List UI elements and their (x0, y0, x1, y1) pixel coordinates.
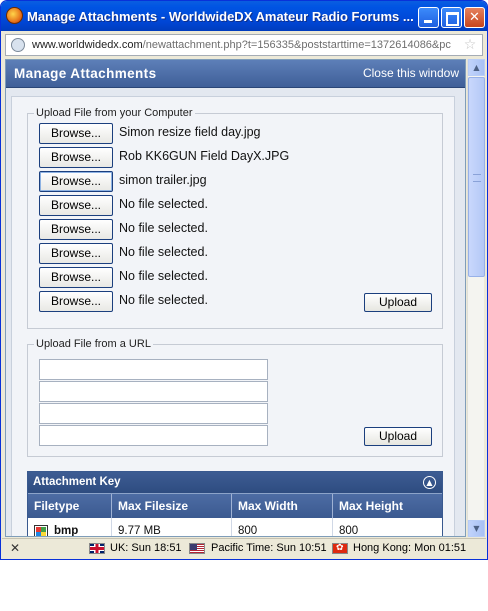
browse-button[interactable]: Browse... (39, 123, 113, 144)
url-text[interactable]: www.worldwidedx.com/newattachment.php?t=… (32, 39, 456, 51)
close-statusbar-icon[interactable]: ✕ (10, 541, 20, 555)
file-row: Browse... Rob KK6GUN Field DayX.JPG (39, 147, 299, 168)
upload-url-legend: Upload File from a URL (36, 338, 151, 350)
pacific-time: Pacific Time: Sun 10:51 (211, 542, 327, 554)
browse-button[interactable]: Browse... (39, 147, 113, 168)
dialog-header: Manage Attachments Close this window (6, 60, 465, 88)
scrollbar-thumb[interactable] (468, 77, 485, 277)
close-window-button[interactable]: ✕ (464, 7, 485, 28)
browse-button[interactable]: Browse... (39, 267, 113, 288)
file-name: Rob KK6GUN Field DayX.JPG (119, 149, 290, 163)
browse-button[interactable]: Browse... (39, 195, 113, 216)
table-row: bmp 9.77 MB 800 800 (28, 518, 442, 537)
column-header-max-filesize: Max Filesize (112, 494, 232, 519)
upload-computer-legend: Upload File from your Computer (36, 107, 193, 119)
uk-time: UK: Sun 18:51 (110, 542, 182, 554)
browse-button[interactable]: Browse... (39, 219, 113, 240)
page-content: Manage Attachments Close this window Upl… (5, 59, 466, 537)
file-row: Browse... No file selected. (39, 291, 299, 312)
browse-button[interactable]: Browse... (39, 171, 113, 192)
us-flag-icon (189, 543, 205, 554)
browse-button[interactable]: Browse... (39, 291, 113, 312)
file-row: Browse... Simon resize field day.jpg (39, 123, 299, 144)
file-row: Browse... No file selected. (39, 195, 299, 216)
grip-icon (473, 174, 481, 182)
bookmark-icon[interactable]: ☆ (462, 37, 478, 53)
maximize-button[interactable] (441, 7, 462, 28)
scroll-down-icon[interactable]: ▼ (468, 520, 485, 537)
collapse-icon[interactable]: ▲ (423, 476, 436, 489)
close-icon: ✕ (469, 10, 480, 25)
file-row: Browse... No file selected. (39, 219, 299, 240)
attachment-key-title: Attachment Key (33, 476, 121, 488)
window-title: Manage Attachments - WorldwideDX Amateur… (27, 9, 413, 24)
title-bar[interactable]: Manage Attachments - WorldwideDX Amateur… (1, 1, 487, 31)
browse-button[interactable]: Browse... (39, 243, 113, 264)
cell-filetype: bmp (28, 518, 112, 536)
file-row: Browse... No file selected. (39, 267, 299, 288)
table-header-row: Filetype Max Filesize Max Width Max Heig… (28, 493, 442, 519)
upload-url-button[interactable]: Upload (364, 427, 432, 446)
maximize-icon (442, 8, 461, 27)
hong-kong-time: Hong Kong: Mon 01:51 (353, 542, 467, 554)
file-name: No file selected. (119, 245, 208, 259)
minimize-icon (419, 8, 438, 27)
url-path: /newattachment.php?t=156335&poststarttim… (142, 39, 451, 51)
address-bar[interactable]: www.worldwidedx.com/newattachment.php?t=… (5, 34, 483, 56)
browser-window: Manage Attachments - WorldwideDX Amateur… (0, 0, 488, 560)
vertical-scrollbar[interactable]: ▲ ▼ (467, 59, 485, 537)
attachments-panel: Upload File from your Computer Browse...… (11, 96, 455, 537)
cell-max-filesize: 9.77 MB (112, 518, 232, 536)
column-header-max-height: Max Height (339, 499, 404, 513)
globe-icon (11, 38, 25, 52)
close-window-link[interactable]: Close this window (363, 66, 459, 80)
upload-computer-button[interactable]: Upload (364, 293, 432, 312)
url-input[interactable] (39, 403, 268, 424)
column-header-max-width: Max Width (232, 494, 333, 519)
file-name: No file selected. (119, 269, 208, 283)
dialog-title: Manage Attachments (14, 66, 157, 81)
file-name: No file selected. (119, 197, 208, 211)
file-row: Browse... simon trailer.jpg (39, 171, 299, 192)
cell-max-width: 800 (232, 518, 333, 536)
scroll-up-icon[interactable]: ▲ (468, 59, 485, 76)
file-row: Browse... No file selected. (39, 243, 299, 264)
attachment-key-table: Attachment Key ▲ Filetype Max Filesize M… (27, 471, 443, 537)
url-input[interactable] (39, 425, 268, 446)
file-name: Simon resize field day.jpg (119, 125, 261, 139)
file-name: simon trailer.jpg (119, 173, 207, 187)
firefox-icon (6, 7, 23, 24)
attachment-key-header: Attachment Key ▲ (28, 472, 442, 493)
hk-flag-icon (332, 542, 348, 554)
minimize-button[interactable] (418, 7, 439, 28)
url-domain: www.worldwidedx.com (32, 39, 143, 51)
uk-flag-icon (89, 543, 105, 554)
url-input[interactable] (39, 381, 268, 402)
file-name: No file selected. (119, 221, 208, 235)
url-input[interactable] (39, 359, 268, 380)
column-header-filetype: Filetype (28, 494, 112, 519)
cell-max-height: 800 (339, 525, 359, 537)
file-name: No file selected. (119, 293, 208, 307)
status-bar: ✕ UK: Sun 18:51 Pacific Time: Sun 10:51 … (2, 538, 486, 559)
